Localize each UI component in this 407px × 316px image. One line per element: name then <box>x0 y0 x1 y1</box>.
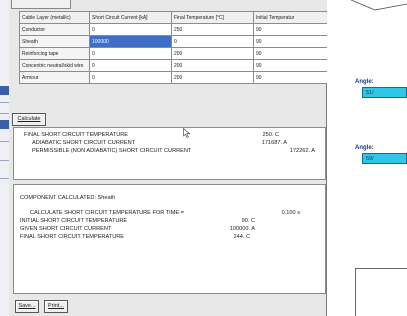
given-current-label: GIVEN SHORT CIRCUIT CURRENT <box>20 226 112 232</box>
results-panel-summary: FINAL SHORT CIRCUIT TEMPERATURE 250. C A… <box>13 127 326 180</box>
angle-value-box[interactable]: 51/ <box>362 87 407 98</box>
time-value: 0.100 s <box>281 210 300 216</box>
time-label: CALCULATE SHORT CIRCUIT TEMPERATURE FOR … <box>30 210 184 216</box>
mouse-pointer-icon <box>183 128 191 138</box>
current-cell[interactable]: 0 <box>89 47 172 60</box>
final-temp-cell[interactable]: 250 <box>171 23 254 36</box>
adiabatic-current-label: ADIABATIC SHORT CIRCUIT CURRENT <box>32 140 136 146</box>
current-cell[interactable]: 0 <box>89 59 172 72</box>
column-header-current[interactable]: Short Circuit Current [kA] <box>89 11 172 24</box>
table-row: Reinforcing tape 0 200 90 <box>19 47 336 60</box>
initial-temp-cell[interactable]: 90 <box>253 47 336 60</box>
print-button[interactable]: Print... <box>44 300 68 313</box>
save-button[interactable]: Save... <box>15 300 39 313</box>
column-header-initial-temp[interactable]: Initial Temperatur <box>253 11 336 24</box>
angle-label: Angle: <box>355 145 374 151</box>
initial-temp-cell[interactable]: 90 <box>253 23 336 36</box>
final-temp-cell[interactable]: 200 <box>171 71 254 84</box>
initial-temp-cell[interactable]: 90 <box>253 71 336 84</box>
final-temp-cell[interactable]: 0 <box>171 35 254 48</box>
initial-temp-cell[interactable]: 90 <box>253 35 336 48</box>
angle-value-box[interactable]: 59/ <box>362 153 407 164</box>
row-label: Reinforcing tape <box>19 47 90 60</box>
table-row: Sheath 100000 0 90 <box>19 35 336 48</box>
final-temp-cell[interactable]: 200 <box>171 59 254 72</box>
row-label: Conductor <box>19 23 90 36</box>
permissible-current-label: PERMISSIBLE (NON ADIABATIC) SHORT CIRCUI… <box>32 148 192 154</box>
final-temp-value: 244. C <box>233 234 250 240</box>
table-row: Conductor 0 250 90 <box>19 23 336 36</box>
row-label: Armour <box>19 71 90 84</box>
initial-temp-value: 90. C <box>241 218 255 224</box>
diagram-line-icon <box>351 0 407 11</box>
row-label: Concentric neutral/skid wire <box>19 59 90 72</box>
component-label: COMPONENT CALCULATED: Sheath <box>20 195 116 201</box>
cable-layers-table: Cable Layer (metallic) Short Circuit Cur… <box>19 11 336 84</box>
given-current-value: 100000. A <box>229 226 255 232</box>
final-temp-cell[interactable]: 200 <box>171 47 254 60</box>
final-temp-label: FINAL SHORT CIRCUIT TEMPERATURE <box>24 132 129 138</box>
current-cell[interactable]: 0 <box>89 71 172 84</box>
column-header-layer[interactable]: Cable Layer (metallic) <box>19 11 90 24</box>
results-panel-component: COMPONENT CALCULATED: Sheath CALCULATE S… <box>13 184 326 294</box>
angle-label: Angle: <box>355 79 374 85</box>
adiabatic-current-value: 171687. A <box>261 140 287 146</box>
row-label: Sheath <box>19 35 90 48</box>
calculate-button[interactable]: Calculate <box>12 113 46 126</box>
final-temp-label: FINAL SHORT CIRCUIT TEMPERATURE <box>20 234 125 240</box>
table-row: Concentric neutral/skid wire 0 200 90 <box>19 59 336 72</box>
column-header-final-temp[interactable]: Final Temperature [°C] <box>171 11 254 24</box>
current-cell-selected[interactable]: 100000 <box>89 35 172 48</box>
dialog-top-bar <box>9 0 327 11</box>
table-header-row: Cable Layer (metallic) Short Circuit Cur… <box>19 11 336 24</box>
initial-temp-label: INITIAL SHORT CIRCUIT TEMPERATURE <box>20 218 128 224</box>
window-frame-edge <box>355 268 407 269</box>
permissible-current-value: 172262. A <box>289 148 315 154</box>
folder-tab[interactable] <box>11 0 71 9</box>
table-row: Armour 0 200 90 <box>19 71 336 84</box>
final-temp-value: 250. C <box>262 132 279 138</box>
initial-temp-cell[interactable]: 90 <box>253 59 336 72</box>
current-cell[interactable]: 0 <box>89 23 172 36</box>
window-frame-edge <box>355 268 356 316</box>
